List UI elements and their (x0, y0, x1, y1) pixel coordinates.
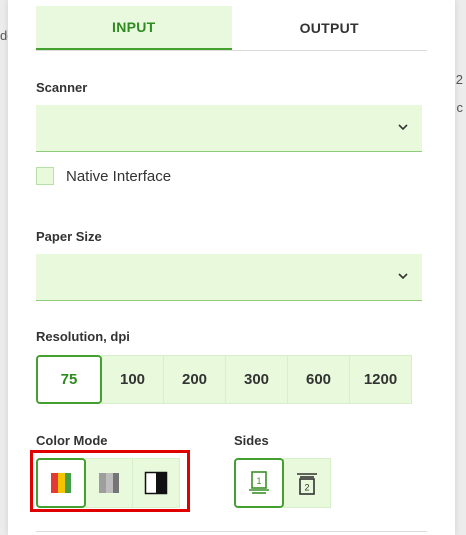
resolution-option-100[interactable]: 100 (101, 355, 164, 404)
section-divider (36, 531, 427, 532)
color-mode-options (36, 458, 180, 508)
resolution-label: Resolution, dpi (36, 329, 130, 344)
black-white-mode-icon (144, 471, 168, 495)
background-text-fragment: c (456, 100, 464, 115)
native-interface-label: Native Interface (66, 168, 172, 185)
double-sided-number: 2 (304, 483, 309, 493)
native-interface-checkbox[interactable] (36, 167, 54, 185)
sides-label: Sides (234, 433, 269, 448)
single-sided-number: 1 (256, 476, 261, 486)
grayscale-mode-button[interactable] (85, 458, 133, 508)
resolution-option-600[interactable]: 600 (287, 355, 350, 404)
single-sided-button[interactable]: 1 (234, 458, 284, 508)
scanner-label: Scanner (36, 80, 88, 95)
paper-size-select[interactable] (36, 254, 422, 301)
resolution-option-200[interactable]: 200 (163, 355, 226, 404)
paper-size-label: Paper Size (36, 229, 102, 244)
single-sided-icon: 1 (249, 471, 269, 494)
double-sided-icon: 2 (297, 473, 317, 495)
black-white-mode-button[interactable] (132, 458, 180, 508)
color-mode-icon (51, 473, 71, 493)
resolution-option-300[interactable]: 300 (225, 355, 288, 404)
resolution-options: 75 100 200 300 600 1200 (36, 355, 412, 404)
scanner-select[interactable] (36, 105, 422, 152)
scan-settings-panel: INPUT OUTPUT Scanner Native Interface Pa… (8, 0, 455, 535)
color-mode-button[interactable] (36, 458, 86, 508)
tab-input[interactable]: INPUT (36, 6, 232, 50)
resolution-option-75[interactable]: 75 (36, 355, 102, 404)
double-sided-button[interactable]: 2 (283, 458, 331, 508)
color-mode-label: Color Mode (36, 433, 108, 448)
chevron-down-icon (398, 124, 408, 131)
background-text-fragment: 2 (455, 72, 463, 87)
chevron-down-icon (398, 273, 408, 280)
resolution-option-1200[interactable]: 1200 (349, 355, 412, 404)
sides-options: 1 2 (234, 458, 331, 508)
tab-output[interactable]: OUTPUT (232, 6, 428, 50)
tab-bar: INPUT OUTPUT (36, 6, 427, 51)
grayscale-mode-icon (99, 473, 119, 493)
